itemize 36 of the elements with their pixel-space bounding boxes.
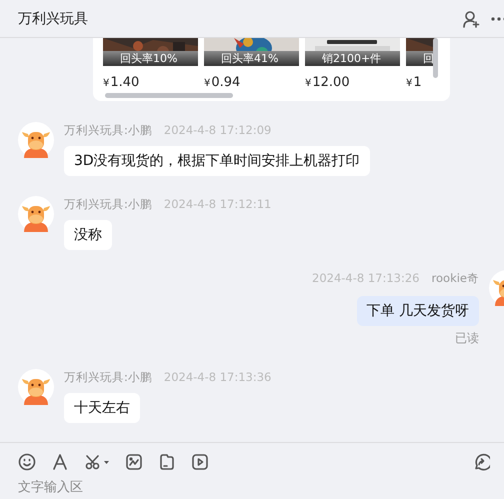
horizontal-scrollbar[interactable] bbox=[105, 93, 233, 98]
sender-name: 万利兴玩具:小鹏 bbox=[64, 370, 152, 384]
product-price: ¥1.40 bbox=[103, 75, 140, 90]
chat-title: 万利兴玩具 bbox=[18, 10, 89, 28]
bull-avatar bbox=[18, 122, 54, 158]
bull-avatar bbox=[18, 196, 54, 232]
share-icon[interactable] bbox=[472, 453, 490, 471]
product-caption: 销2100+件 bbox=[322, 52, 382, 65]
sender-name: 万利兴玩具:小鹏 bbox=[64, 122, 152, 138]
message-bubble: 没称 bbox=[64, 220, 112, 250]
product-caption: 回头率41% bbox=[221, 52, 278, 65]
product-price: ¥0.94 bbox=[204, 75, 242, 90]
message-time: 2024-4-8 17:12:09 bbox=[164, 123, 272, 137]
product-price: ¥12.00 bbox=[305, 75, 351, 90]
image-icon[interactable] bbox=[125, 453, 143, 471]
video-icon[interactable] bbox=[191, 453, 209, 471]
message-bubble: 十天左右 bbox=[64, 393, 140, 423]
emoji-icon[interactable] bbox=[18, 453, 36, 471]
message-bubble: 3D没有现货的，根据下单时间安排上机器打印 bbox=[64, 146, 370, 176]
add-person-icon[interactable] bbox=[462, 10, 480, 28]
product-caption: 回 bbox=[423, 52, 434, 65]
bull-avatar bbox=[18, 369, 54, 405]
product-price: ¥1 bbox=[406, 75, 423, 90]
message-time: 2024-4-8 17:13:26 bbox=[312, 271, 420, 285]
message-bubble: 下单 几天发货呀 bbox=[356, 296, 479, 326]
message-time: 2024-4-8 17:12:11 bbox=[164, 197, 272, 211]
folder-icon[interactable] bbox=[158, 453, 176, 471]
vertical-scrollbar[interactable] bbox=[433, 38, 438, 78]
product-caption: 回头率10% bbox=[120, 52, 178, 65]
font-icon[interactable] bbox=[51, 453, 69, 471]
sender-name: 万利兴玩具:小鹏 bbox=[64, 196, 152, 212]
sender-name: rookie奇 bbox=[432, 270, 479, 286]
scissors-icon[interactable] bbox=[84, 453, 110, 471]
message-time: 2024-4-8 17:13:36 bbox=[164, 370, 272, 384]
read-status: 已读 bbox=[455, 330, 479, 347]
message-input[interactable]: 文字输入区 bbox=[18, 480, 318, 495]
